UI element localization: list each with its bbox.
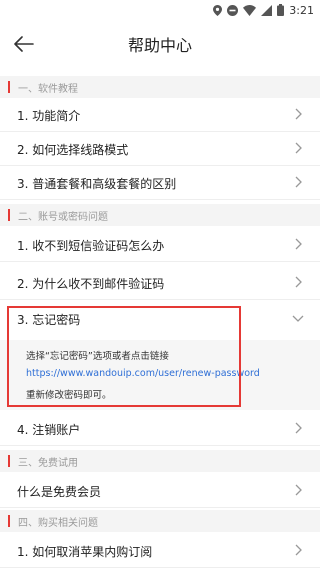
section-accent-bar <box>8 81 10 93</box>
signal-icon <box>261 4 273 16</box>
faq-row-sms-code[interactable]: 1. 收不到短信验证码怎么办 <box>0 228 320 262</box>
faq-row-label: 1. 功能简介 <box>17 109 81 123</box>
section-label: 二、账号或密码问题 <box>18 212 108 223</box>
section-header-free-trial: 三、免费试用 <box>0 450 320 472</box>
chevron-right-icon <box>295 176 302 188</box>
faq-row-plan-difference[interactable]: 3. 普通套餐和高级套餐的区别 <box>0 166 320 200</box>
faq-row-label: 2. 如何选择线路模式 <box>17 143 129 157</box>
section-accent-bar <box>8 209 10 221</box>
chevron-right-icon <box>295 142 302 154</box>
faq-row-label: 3. 普通套餐和高级套餐的区别 <box>17 177 177 191</box>
location-icon <box>213 4 223 16</box>
faq-row-email-code[interactable]: 2. 为什么收不到邮件验证码 <box>0 266 320 300</box>
faq-row-label: 4. 注销账户 <box>17 423 81 437</box>
faq-row-route-mode[interactable]: 2. 如何选择线路模式 <box>0 132 320 166</box>
status-bar: 3:21 <box>0 0 320 20</box>
section-label: 三、免费试用 <box>18 458 78 469</box>
section-header-purchase: 四、购买相关问题 <box>0 510 320 532</box>
wifi-icon <box>243 4 257 16</box>
section-accent-bar <box>8 515 10 527</box>
faq-row-label: 2. 为什么收不到邮件验证码 <box>17 277 165 291</box>
faq-row-label: 什么是免费会员 <box>17 485 102 499</box>
chevron-right-icon <box>295 276 302 288</box>
faq-row-label: 1. 如何取消苹果内购订阅 <box>17 545 153 559</box>
section-accent-bar <box>8 455 10 467</box>
faq-row-feature-intro[interactable]: 1. 功能简介 <box>0 98 320 132</box>
chevron-right-icon <box>295 422 302 434</box>
do-not-disturb-icon <box>227 4 239 16</box>
chevron-right-icon <box>295 108 302 120</box>
faq-row-cancel-subscription[interactable]: 1. 如何取消苹果内购订阅 <box>0 534 320 568</box>
faq-row-free-member[interactable]: 什么是免费会员 <box>0 474 320 508</box>
highlight-box <box>7 306 241 407</box>
chevron-down-icon <box>292 315 304 322</box>
section-header-account: 二、账号或密码问题 <box>0 204 320 226</box>
section-label: 四、购买相关问题 <box>18 518 98 529</box>
battery-icon <box>277 4 285 16</box>
clock-time: 3:21 <box>289 3 314 17</box>
faq-row-delete-account[interactable]: 4. 注销账户 <box>0 412 320 446</box>
page-title: 帮助中心 <box>127 36 192 55</box>
chevron-right-icon <box>295 484 302 496</box>
chevron-right-icon <box>295 544 302 556</box>
section-label: 一、软件教程 <box>18 84 78 95</box>
section-header-tutorial: 一、软件教程 <box>0 76 320 98</box>
app-header: 帮助中心 <box>0 20 320 68</box>
faq-row-label: 1. 收不到短信验证码怎么办 <box>17 239 165 253</box>
chevron-right-icon <box>295 238 302 250</box>
status-icons: 3:21 <box>213 2 314 18</box>
